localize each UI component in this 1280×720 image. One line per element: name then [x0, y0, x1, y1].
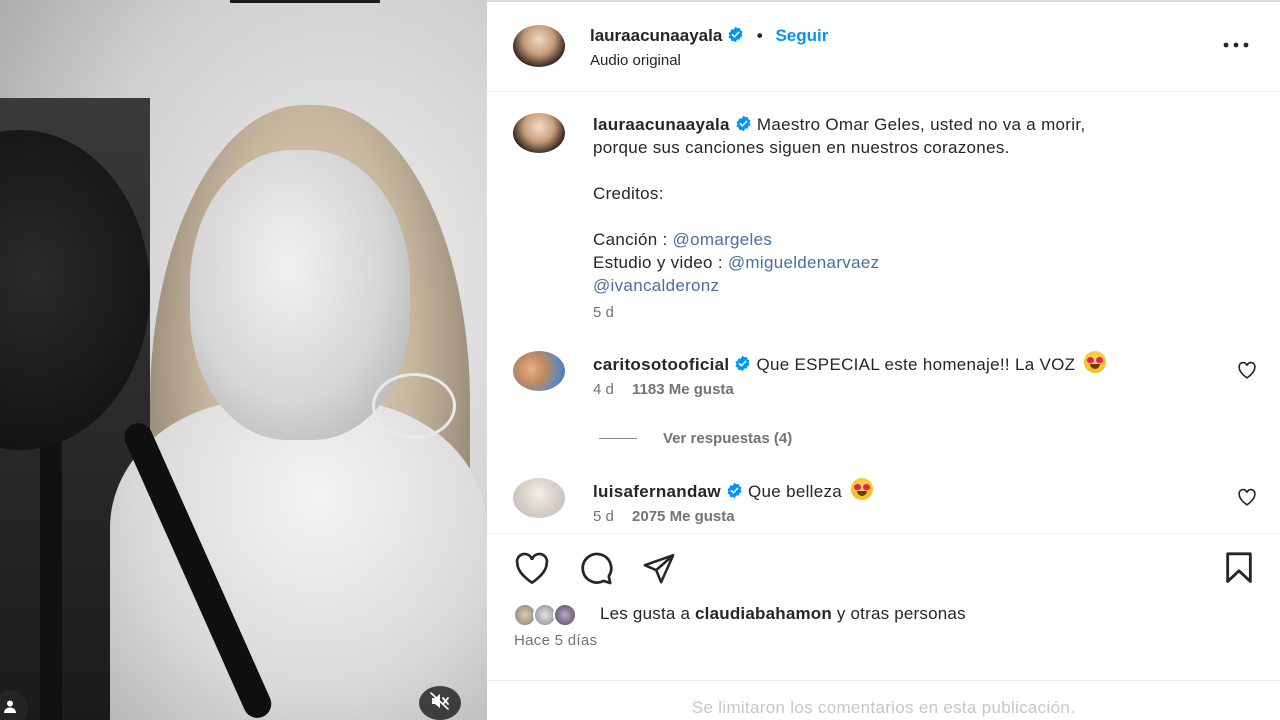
video-frame-earring [372, 373, 456, 439]
heart-icon [515, 552, 549, 585]
view-replies-label: Ver respuestas (4) [663, 430, 793, 447]
comment-body: Que ESPECIAL este homenaje!! La VOZ [756, 355, 1076, 374]
comments-limited-notice: Se limitaron los comentarios en esta pub… [691, 698, 1076, 717]
comment-icon [581, 552, 613, 585]
follow-button[interactable]: Seguir [775, 26, 828, 45]
verified-badge-icon [736, 115, 751, 132]
post-header: lauraacunaayala • Seguir Audio original [487, 0, 1280, 92]
post-action-bar [487, 546, 1280, 586]
video-frame-mic-stand [40, 420, 62, 720]
comment-like-count[interactable]: 1183 Me gusta [632, 381, 734, 398]
mention-migueldenarvaez[interactable]: @migueldenarvaez [728, 253, 880, 272]
header-separator: • [756, 26, 763, 45]
mention-ivancalderonz[interactable]: @ivancalderonz [593, 276, 719, 295]
video-top-edge [230, 0, 380, 3]
likes-prefix: Les gusta a [600, 604, 696, 623]
caption-studio-label: Estudio y video : [593, 253, 728, 272]
comment-text: caritosotooficial Que ESPECIAL este home… [593, 351, 1107, 375]
likes-summary: Les gusta a claudiabahamon y otras perso… [513, 600, 1253, 628]
author-line: lauraacunaayala • Seguir [590, 26, 828, 46]
liker-username[interactable]: claudiabahamon [695, 604, 832, 623]
comment-timestamp[interactable]: 5 d [593, 508, 614, 525]
share-icon [643, 553, 675, 584]
commenter-username[interactable]: caritosotooficial [593, 355, 729, 374]
comment-item: caritosotooficial Que ESPECIAL este home… [487, 351, 1280, 421]
view-replies-button[interactable]: Ver respuestas (4) [599, 430, 792, 447]
actions-divider [487, 533, 1280, 534]
post-details-panel: lauraacunaayala • Seguir Audio original … [487, 0, 1280, 720]
comment-body: Que belleza [748, 482, 843, 501]
like-button[interactable] [512, 550, 552, 586]
author-username[interactable]: lauraacunaayala [590, 26, 722, 45]
post-date[interactable]: Hace 5 días [514, 632, 597, 649]
save-button[interactable] [1219, 550, 1259, 586]
caption-text: lauraacunaayala Maestro Omar Geles, uste… [593, 113, 1213, 297]
caption-author-avatar[interactable] [513, 113, 565, 153]
caption-song-label: Canción : [593, 230, 673, 249]
liker-avatar[interactable] [553, 603, 577, 627]
verified-badge-icon [727, 482, 742, 499]
likes-suffix[interactable]: y otras personas [832, 604, 966, 623]
mute-icon [430, 691, 450, 715]
share-button[interactable] [639, 550, 679, 586]
video-frame-singer-sweater [110, 400, 487, 720]
comments-list[interactable]: lauraacunaayala Maestro Omar Geles, uste… [487, 93, 1280, 533]
verified-badge-icon [728, 26, 743, 43]
comment-timestamp[interactable]: 4 d [593, 381, 614, 398]
caption-line-2: porque sus canciones siguen en nuestros … [593, 138, 1010, 157]
comment-like-heart-icon[interactable] [1237, 488, 1257, 506]
author-avatar[interactable] [513, 25, 565, 67]
bookmark-icon [1226, 552, 1252, 583]
audio-link[interactable]: Audio original [590, 52, 681, 69]
mention-omargeles[interactable]: @omargeles [673, 230, 773, 249]
comment-meta: 5 d 2075 Me gusta [593, 508, 735, 525]
verified-badge-icon [735, 355, 750, 372]
commenter-username[interactable]: luisafernandaw [593, 482, 721, 501]
heart-eyes-emoji-icon [1084, 351, 1107, 373]
commenter-avatar[interactable] [513, 478, 565, 518]
comment-item: luisafernandaw Que belleza 5 d 2075 Me g… [487, 478, 1280, 533]
caption-line-1: Maestro Omar Geles, usted no va a morir, [756, 115, 1086, 134]
comment-like-count[interactable]: 2075 Me gusta [632, 508, 735, 525]
reel-video[interactable] [0, 0, 487, 720]
more-options-icon[interactable] [1223, 36, 1249, 48]
heart-eyes-emoji-icon [851, 478, 874, 500]
caption-timestamp[interactable]: 5 d [593, 304, 614, 321]
caption-username[interactable]: lauraacunaayala [593, 115, 730, 134]
likes-text[interactable]: Les gusta a claudiabahamon y otras perso… [600, 604, 966, 624]
replies-dash [599, 438, 637, 439]
comment-like-heart-icon[interactable] [1237, 361, 1257, 379]
comment-text: luisafernandaw Que belleza [593, 478, 874, 502]
comment-button[interactable] [576, 550, 616, 586]
comment-meta: 4 d 1183 Me gusta [593, 381, 734, 398]
mute-toggle-button[interactable] [419, 686, 461, 720]
caption-credits: Creditos: [593, 184, 664, 203]
commenter-avatar[interactable] [513, 351, 565, 391]
account-icon [3, 699, 17, 718]
